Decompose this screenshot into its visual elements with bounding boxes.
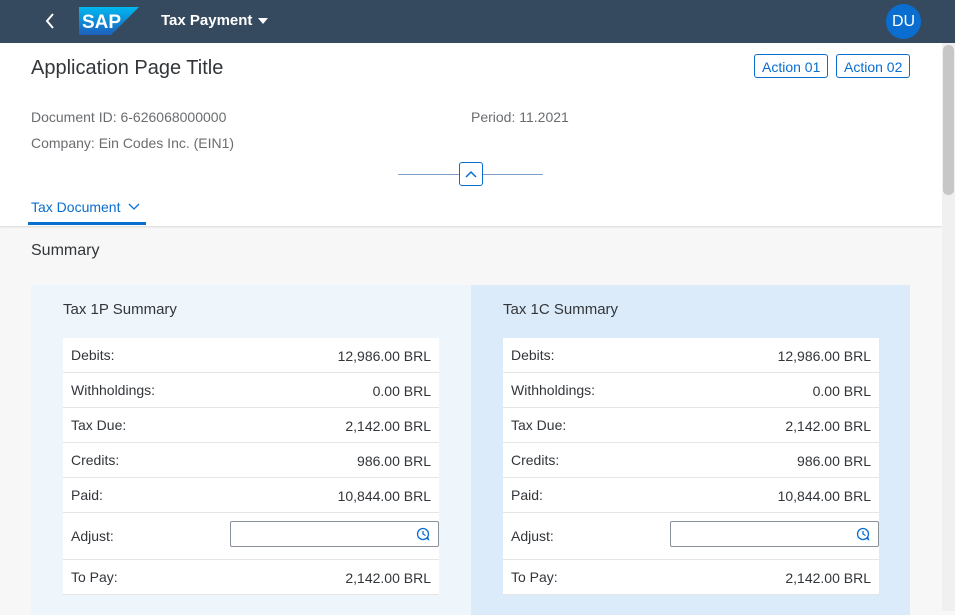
app-title-menu[interactable]: Tax Payment xyxy=(161,12,269,29)
summary-row: Withholdings: 0.00 BRL xyxy=(63,373,439,408)
collapse-divider-right xyxy=(483,174,543,175)
row-value: 2,142.00 BRL xyxy=(785,418,871,434)
row-value: 0.00 BRL xyxy=(812,383,871,399)
action-01-button[interactable]: Action 01 xyxy=(754,54,829,78)
summary-rows: Debits: 12,986.00 BRL Withholdings: 0.00 B… xyxy=(63,338,439,595)
refresh-icon[interactable] xyxy=(416,527,430,541)
row-label: Withholdings: xyxy=(71,382,156,398)
row-value: 0.00 BRL xyxy=(372,383,431,399)
app-title: Tax Payment xyxy=(161,12,253,29)
panel-title: Tax 1C Summary xyxy=(503,301,619,318)
summary-row: To Pay: 2,142.00 BRL xyxy=(503,560,879,595)
row-label: To Pay: xyxy=(511,569,558,585)
adjust-input[interactable] xyxy=(670,521,879,547)
collapse-header-button[interactable] xyxy=(459,162,483,186)
tax-1c-summary-panel: Tax 1C Summary Debits: 12,986.00 BRL With… xyxy=(471,285,910,615)
row-value: 986.00 BRL xyxy=(357,453,431,469)
object-page-header: Application Page Title Action 01 Action … xyxy=(0,43,942,226)
row-value: 2,142.00 BRL xyxy=(345,418,431,434)
row-value: 2,142.00 BRL xyxy=(785,570,871,586)
shell-bar: SAP Tax Payment DU xyxy=(0,0,955,43)
tab-tax-document[interactable]: Tax Document xyxy=(31,199,140,215)
sap-logo[interactable]: SAP xyxy=(79,7,139,35)
summary-row: Debits: 12,986.00 BRL xyxy=(63,338,439,373)
summary-row: Paid: 10,844.00 BRL xyxy=(503,478,879,513)
summary-row: Tax Due: 2,142.00 BRL xyxy=(503,408,879,443)
row-label: Paid: xyxy=(71,487,103,503)
row-label: Debits: xyxy=(511,347,555,363)
collapse-divider-left xyxy=(398,174,459,175)
action-02-button[interactable]: Action 02 xyxy=(836,54,911,78)
summary-row: Credits: 986.00 BRL xyxy=(63,443,439,478)
row-value: 986.00 BRL xyxy=(797,453,871,469)
summary-row: Credits: 986.00 BRL xyxy=(503,443,879,478)
summary-row: Withholdings: 0.00 BRL xyxy=(503,373,879,408)
summary-row: Debits: 12,986.00 BRL xyxy=(503,338,879,373)
row-value: 2,142.00 BRL xyxy=(345,570,431,586)
chevron-left-icon xyxy=(45,13,54,29)
refresh-icon[interactable] xyxy=(856,527,870,541)
summary-row-adjust: Adjust: xyxy=(63,513,439,560)
row-label: Credits: xyxy=(71,452,120,468)
row-label: Adjust: xyxy=(71,528,114,544)
row-label: Withholdings: xyxy=(511,382,596,398)
row-label: Tax Due: xyxy=(71,417,127,433)
summary-row-adjust: Adjust: xyxy=(503,513,879,560)
summary-row: To Pay: 2,142.00 BRL xyxy=(63,560,439,595)
chevron-up-icon xyxy=(465,170,477,178)
chevron-down-icon xyxy=(129,203,140,210)
tab-selected-indicator xyxy=(28,222,146,225)
adjust-input[interactable] xyxy=(230,521,439,547)
back-button[interactable] xyxy=(38,9,62,33)
caret-down-icon xyxy=(258,18,269,24)
row-label: Adjust: xyxy=(511,528,554,544)
row-value: 10,844.00 BRL xyxy=(337,488,431,504)
row-value: 10,844.00 BRL xyxy=(777,488,871,504)
document-id: Document ID: 6-626068000000 xyxy=(31,109,227,125)
period: Period: 11.2021 xyxy=(471,109,569,125)
row-label: Credits: xyxy=(511,452,560,468)
summary-rows: Debits: 12,986.00 BRL Withholdings: 0.00 B… xyxy=(503,338,879,595)
row-value: 12,986.00 BRL xyxy=(337,348,431,364)
company: Company: Ein Codes Inc. (EIN1) xyxy=(31,135,235,151)
row-label: Paid: xyxy=(511,487,543,503)
section-title: Summary xyxy=(31,242,100,259)
row-label: Tax Due: xyxy=(511,417,567,433)
summary-row: Paid: 10,844.00 BRL xyxy=(63,478,439,513)
tax-1p-summary-panel: Tax 1P Summary Debits: 12,986.00 BRL With… xyxy=(31,285,471,615)
tab-label: Tax Document xyxy=(31,199,121,215)
row-value: 12,986.00 BRL xyxy=(777,348,871,364)
avatar[interactable]: DU xyxy=(886,4,921,39)
page-title: Application Page Title xyxy=(31,57,224,79)
scrollbar-thumb[interactable] xyxy=(943,45,954,195)
logo-text: SAP xyxy=(82,12,121,33)
row-label: To Pay: xyxy=(71,569,118,585)
summary-row: Tax Due: 2,142.00 BRL xyxy=(63,408,439,443)
row-label: Debits: xyxy=(71,347,115,363)
panel-title: Tax 1P Summary xyxy=(63,301,177,318)
